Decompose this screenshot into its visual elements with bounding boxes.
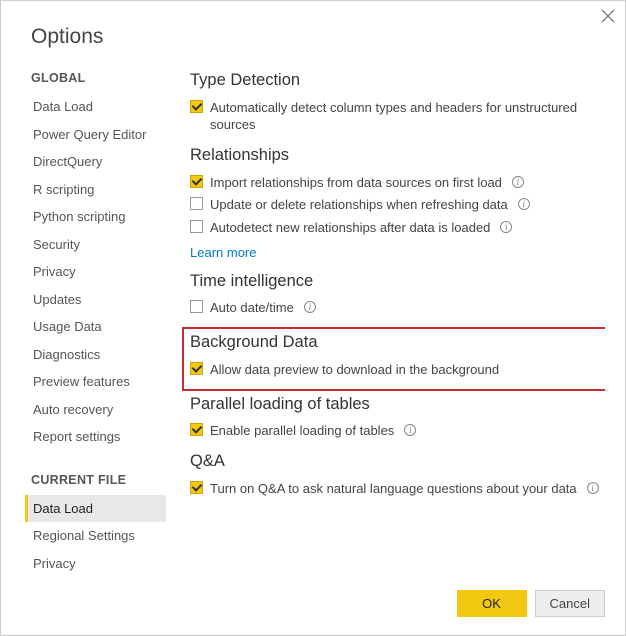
dialog-title: Options: [1, 1, 625, 65]
option-label: Autodetect new relationships after data …: [210, 219, 490, 237]
sidebar-item-global[interactable]: Privacy: [31, 258, 166, 286]
sidebar-header-current: CURRENT FILE: [31, 473, 166, 487]
section-qa-title: Q&A: [190, 452, 605, 471]
sidebar-header-global: GLOBAL: [31, 71, 166, 85]
checkbox[interactable]: [190, 481, 203, 494]
sidebar-item-global[interactable]: Data Load: [31, 93, 166, 121]
info-icon[interactable]: i: [404, 424, 416, 436]
checkbox[interactable]: [190, 423, 203, 436]
sidebar-item-global[interactable]: Auto recovery: [31, 396, 166, 424]
option-label: Auto date/time: [210, 299, 294, 317]
sidebar-item-global[interactable]: Security: [31, 231, 166, 259]
sidebar-item-global[interactable]: Report settings: [31, 423, 166, 451]
sidebar-item-current[interactable]: Regional Settings: [31, 522, 166, 550]
dialog-body: GLOBAL Data LoadPower Query EditorDirect…: [1, 65, 625, 578]
sidebar-item-global[interactable]: Diagnostics: [31, 341, 166, 369]
option-autodetect-relationships[interactable]: Autodetect new relationships after data …: [190, 216, 605, 239]
learn-more-link[interactable]: Learn more: [190, 239, 605, 262]
checkbox[interactable]: [190, 100, 203, 113]
sidebar-item-global[interactable]: Preview features: [31, 368, 166, 396]
option-label: Turn on Q&A to ask natural language ques…: [210, 480, 577, 498]
highlight-box: Background Data Allow data preview to do…: [182, 327, 605, 391]
info-icon[interactable]: i: [500, 221, 512, 233]
section-background-data-title: Background Data: [190, 333, 597, 352]
main-panel: Type Detection Automatically detect colu…: [166, 65, 605, 578]
sidebar: GLOBAL Data LoadPower Query EditorDirect…: [31, 65, 166, 578]
option-label: Allow data preview to download in the ba…: [210, 361, 499, 379]
info-icon[interactable]: i: [587, 482, 599, 494]
option-import-relationships[interactable]: Import relationships from data sources o…: [190, 171, 605, 194]
sidebar-item-current[interactable]: Privacy: [31, 550, 166, 578]
option-qa-enable[interactable]: Turn on Q&A to ask natural language ques…: [190, 477, 605, 500]
section-parallel-title: Parallel loading of tables: [190, 395, 605, 414]
checkbox[interactable]: [190, 300, 203, 313]
option-label: Update or delete relationships when refr…: [210, 196, 508, 214]
option-update-relationships[interactable]: Update or delete relationships when refr…: [190, 194, 605, 217]
info-icon[interactable]: i: [518, 198, 530, 210]
sidebar-item-global[interactable]: DirectQuery: [31, 148, 166, 176]
options-dialog: Options GLOBAL Data LoadPower Query Edit…: [0, 0, 626, 636]
sidebar-item-global[interactable]: Python scripting: [31, 203, 166, 231]
option-background-preview[interactable]: Allow data preview to download in the ba…: [190, 358, 597, 381]
sidebar-item-current[interactable]: Data Load: [25, 495, 166, 523]
checkbox[interactable]: [190, 197, 203, 210]
close-icon: [601, 9, 615, 23]
cancel-button[interactable]: Cancel: [535, 590, 605, 617]
sidebar-item-global[interactable]: Usage Data: [31, 313, 166, 341]
option-label: Import relationships from data sources o…: [210, 174, 502, 192]
ok-button[interactable]: OK: [457, 590, 527, 617]
sidebar-item-global[interactable]: Power Query Editor: [31, 121, 166, 149]
sidebar-item-global[interactable]: R scripting: [31, 176, 166, 204]
option-auto-detect-types[interactable]: Automatically detect column types and he…: [190, 96, 605, 136]
option-label: Enable parallel loading of tables: [210, 422, 394, 440]
info-icon[interactable]: i: [304, 301, 316, 313]
close-button[interactable]: [601, 9, 615, 23]
section-relationships-title: Relationships: [190, 146, 605, 165]
option-parallel-loading[interactable]: Enable parallel loading of tables i: [190, 420, 605, 443]
checkbox[interactable]: [190, 362, 203, 375]
section-type-detection-title: Type Detection: [190, 71, 605, 90]
checkbox[interactable]: [190, 220, 203, 233]
sidebar-item-global[interactable]: Updates: [31, 286, 166, 314]
option-auto-datetime[interactable]: Auto date/time i: [190, 297, 605, 320]
checkbox[interactable]: [190, 175, 203, 188]
dialog-footer: OK Cancel: [1, 578, 625, 635]
option-label: Automatically detect column types and he…: [210, 99, 605, 134]
info-icon[interactable]: i: [512, 176, 524, 188]
section-time-intel-title: Time intelligence: [190, 272, 605, 291]
